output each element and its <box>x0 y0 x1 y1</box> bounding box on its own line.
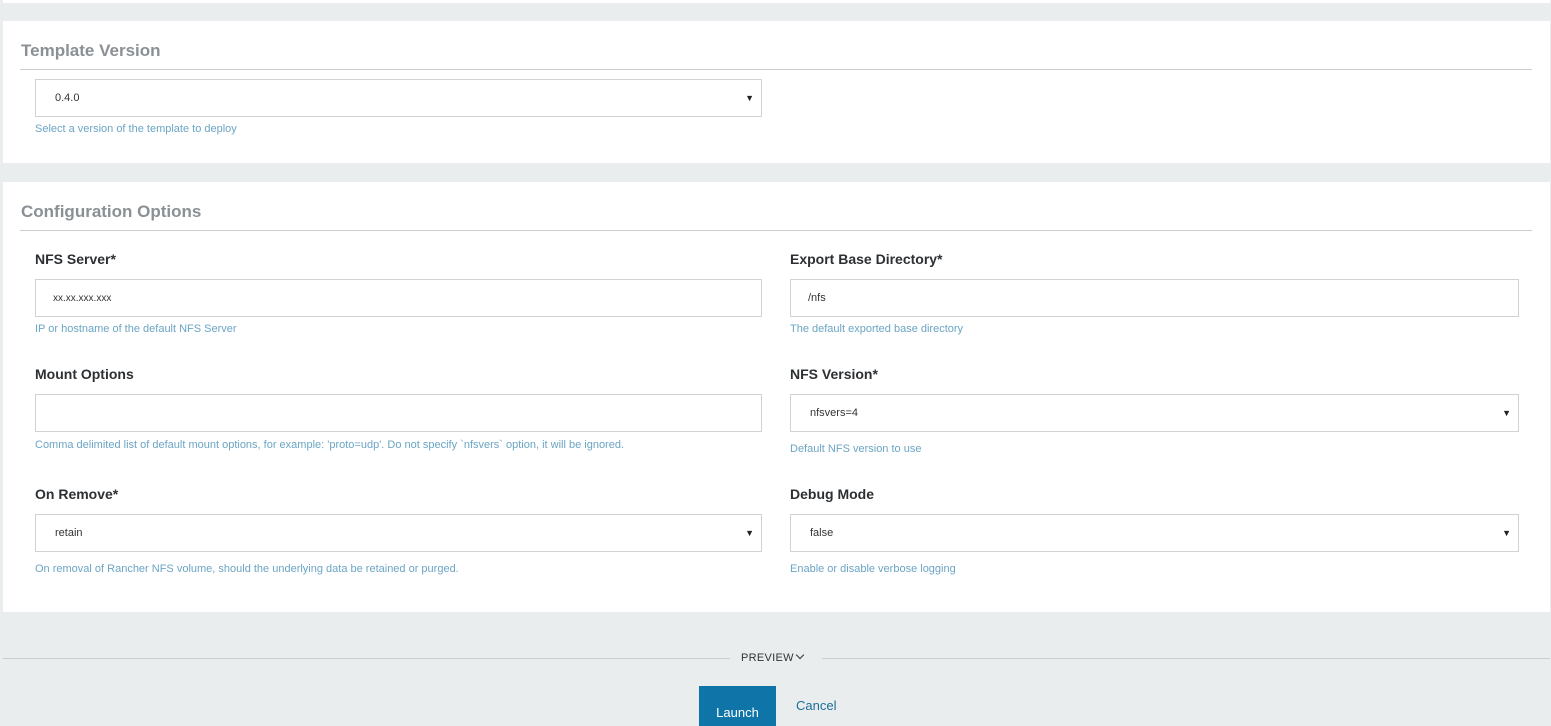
mount-options-input[interactable] <box>35 394 762 432</box>
nfs-version-label: NFS Version* <box>790 366 878 382</box>
debug-mode-help: Enable or disable verbose logging <box>790 563 956 575</box>
debug-mode-select[interactable]: false ▼ <box>790 514 1519 552</box>
nfs-server-help: IP or hostname of the default NFS Server <box>35 323 237 335</box>
template-version-select[interactable]: 0.4.0 ▼ <box>35 79 762 117</box>
configuration-options-title: Configuration Options <box>21 202 202 221</box>
mount-options-help: Comma delimited list of default mount op… <box>35 439 625 451</box>
nfs-server-label: NFS Server* <box>35 251 116 267</box>
export-base-directory-input[interactable]: /nfs <box>790 279 1519 317</box>
on-remove-label: On Remove* <box>35 486 119 502</box>
preview-divider-right <box>822 658 1550 659</box>
chevron-down-icon <box>795 650 805 660</box>
mount-options-label: Mount Options <box>35 366 134 382</box>
caret-down-icon: ▼ <box>745 93 754 103</box>
launch-button[interactable]: Launch <box>699 686 776 726</box>
preview-toggle[interactable]: PREVIEW <box>741 650 805 664</box>
export-base-directory-value: /nfs <box>808 292 826 304</box>
top-section-edge <box>3 0 1550 3</box>
nfs-version-value: nfsvers=4 <box>810 407 858 419</box>
export-base-directory-label: Export Base Directory* <box>790 251 943 267</box>
caret-down-icon: ▼ <box>745 528 754 538</box>
nfs-server-input[interactable]: xx.xx.xxx.xxx <box>35 279 762 317</box>
template-version-help: Select a version of the template to depl… <box>35 123 237 135</box>
export-base-directory-help: The default exported base directory <box>790 323 964 335</box>
preview-label: PREVIEW <box>741 652 794 664</box>
caret-down-icon: ▼ <box>1502 408 1511 418</box>
debug-mode-label: Debug Mode <box>790 486 874 502</box>
caret-down-icon: ▼ <box>1502 528 1511 538</box>
section-divider <box>20 230 1532 231</box>
preview-divider-left <box>3 658 730 659</box>
template-version-value: 0.4.0 <box>55 92 80 104</box>
nfs-version-select[interactable]: nfsvers=4 ▼ <box>790 394 1519 432</box>
debug-mode-value: false <box>810 527 834 539</box>
template-version-section: Template Version 0.4.0 ▼ Select a versio… <box>3 21 1550 163</box>
on-remove-value: retain <box>55 527 83 539</box>
section-divider <box>20 69 1532 70</box>
template-version-title: Template Version <box>21 41 161 60</box>
configuration-options-section: Configuration Options NFS Server* xx.xx.… <box>3 182 1550 612</box>
on-remove-help: On removal of Rancher NFS volume, should… <box>35 563 459 575</box>
on-remove-select[interactable]: retain ▼ <box>35 514 762 552</box>
nfs-server-value: xx.xx.xxx.xxx <box>53 293 112 304</box>
nfs-version-help: Default NFS version to use <box>790 443 922 455</box>
cancel-link[interactable]: Cancel <box>796 698 836 713</box>
